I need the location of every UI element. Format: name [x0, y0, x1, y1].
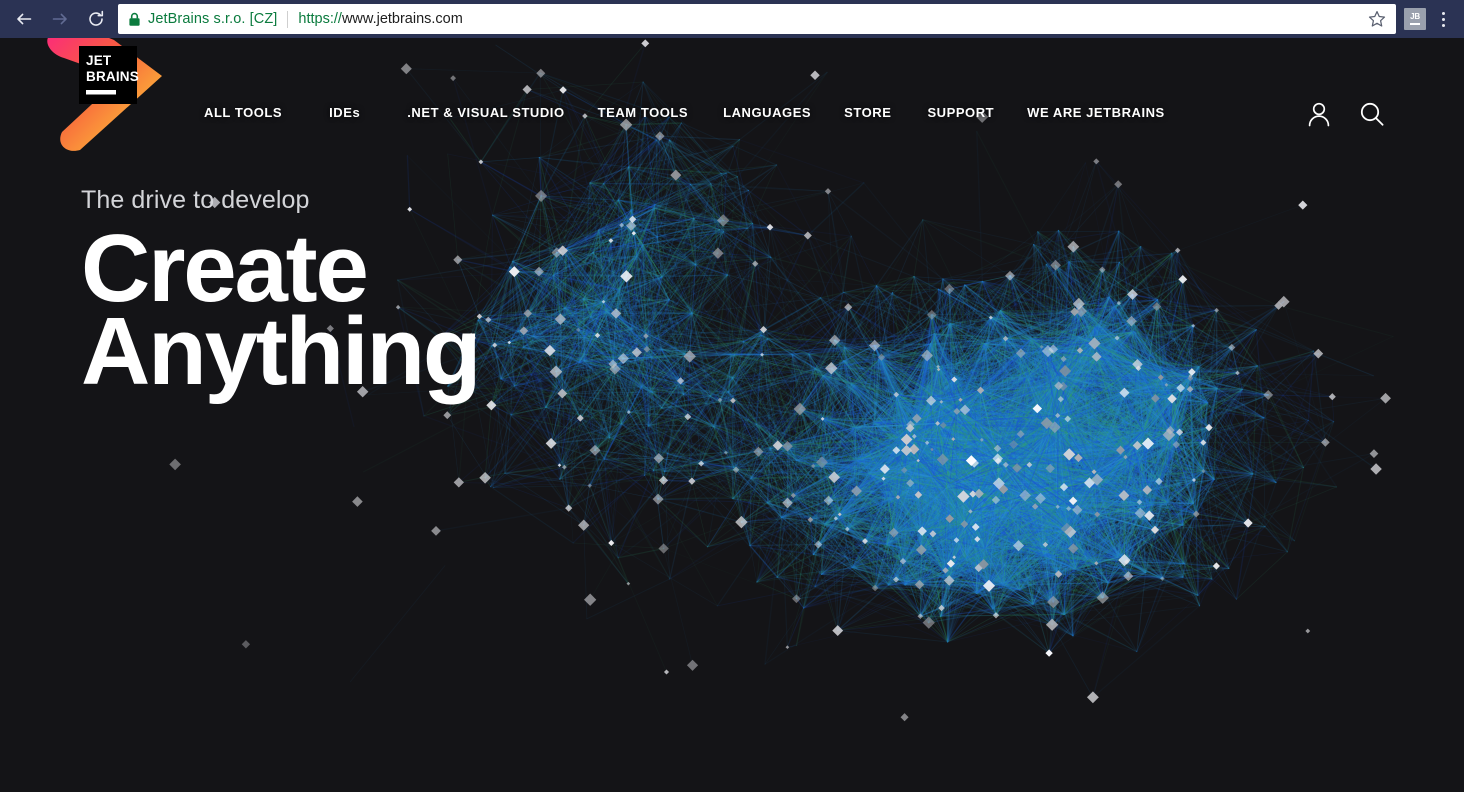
url-host: www.jetbrains.com [341, 11, 463, 27]
menu-dot [1441, 11, 1445, 15]
navigation-buttons [0, 1, 114, 37]
webpage-viewport: JET BRAINS ALL TOOLS IDEs .NET & VISUAL … [0, 38, 1464, 792]
browser-toolbar: JetBrains s.r.o. [CZ] https:// www.jetbr… [0, 0, 1464, 38]
url-divider [287, 10, 289, 28]
forward-button[interactable] [42, 1, 78, 37]
search-icon[interactable] [1359, 101, 1385, 127]
site-header: JET BRAINS ALL TOOLS IDEs .NET & VISUAL … [0, 38, 1464, 151]
ev-certificate-name: JetBrains s.r.o. [CZ] [148, 11, 278, 27]
nav-dotnet-visual-studio[interactable]: .NET & VISUAL STUDIO [407, 105, 564, 120]
jetbrains-toolbox-extension-icon[interactable]: JB [1404, 8, 1426, 30]
extension-underline [1410, 23, 1420, 25]
nav-we-are-jetbrains[interactable]: WE ARE JETBRAINS [1027, 105, 1165, 120]
menu-dot [1441, 17, 1445, 21]
hero-kicker: The drive to develop [81, 186, 310, 214]
menu-dot [1441, 23, 1445, 27]
nav-support[interactable]: SUPPORT [927, 105, 994, 120]
address-bar[interactable]: JetBrains s.r.o. [CZ] https:// www.jetbr… [118, 4, 1396, 34]
url-scheme: https:// [298, 11, 342, 27]
hero-copy: The drive to develop Create Anything [81, 186, 482, 405]
bookmark-star-button[interactable] [1366, 8, 1388, 30]
star-outline-icon [1368, 10, 1386, 27]
user-account-icon[interactable] [1306, 100, 1332, 128]
back-button[interactable] [6, 1, 42, 37]
back-arrow-icon [17, 13, 32, 25]
logo-text-brains: BRAINS [86, 69, 139, 84]
hero-headline-line2: Anything [81, 297, 482, 405]
nav-ides[interactable]: IDEs [329, 105, 360, 120]
logo-text-jet: JET [86, 53, 112, 68]
padlock-icon [128, 12, 141, 27]
toolbar-right-actions: JB [1404, 4, 1464, 34]
nav-all-tools[interactable]: ALL TOOLS [204, 105, 282, 120]
reload-button[interactable] [78, 1, 114, 37]
forward-arrow-icon [52, 13, 67, 25]
nav-store[interactable]: STORE [844, 105, 891, 120]
nav-languages[interactable]: LANGUAGES [723, 105, 811, 120]
main-navigation: ALL TOOLS IDEs .NET & VISUAL STUDIO TEAM… [204, 105, 1165, 120]
three-dot-menu-icon[interactable] [1430, 4, 1456, 34]
jetbrains-logo[interactable]: JET BRAINS [44, 38, 172, 154]
reload-icon [89, 10, 104, 26]
extension-label: JB [1410, 12, 1420, 21]
network-constellation-graphic [0, 38, 1464, 792]
nav-team-tools[interactable]: TEAM TOOLS [598, 105, 688, 120]
hero-headline: Create Anything [81, 221, 482, 405]
header-icon-group [1306, 100, 1385, 128]
